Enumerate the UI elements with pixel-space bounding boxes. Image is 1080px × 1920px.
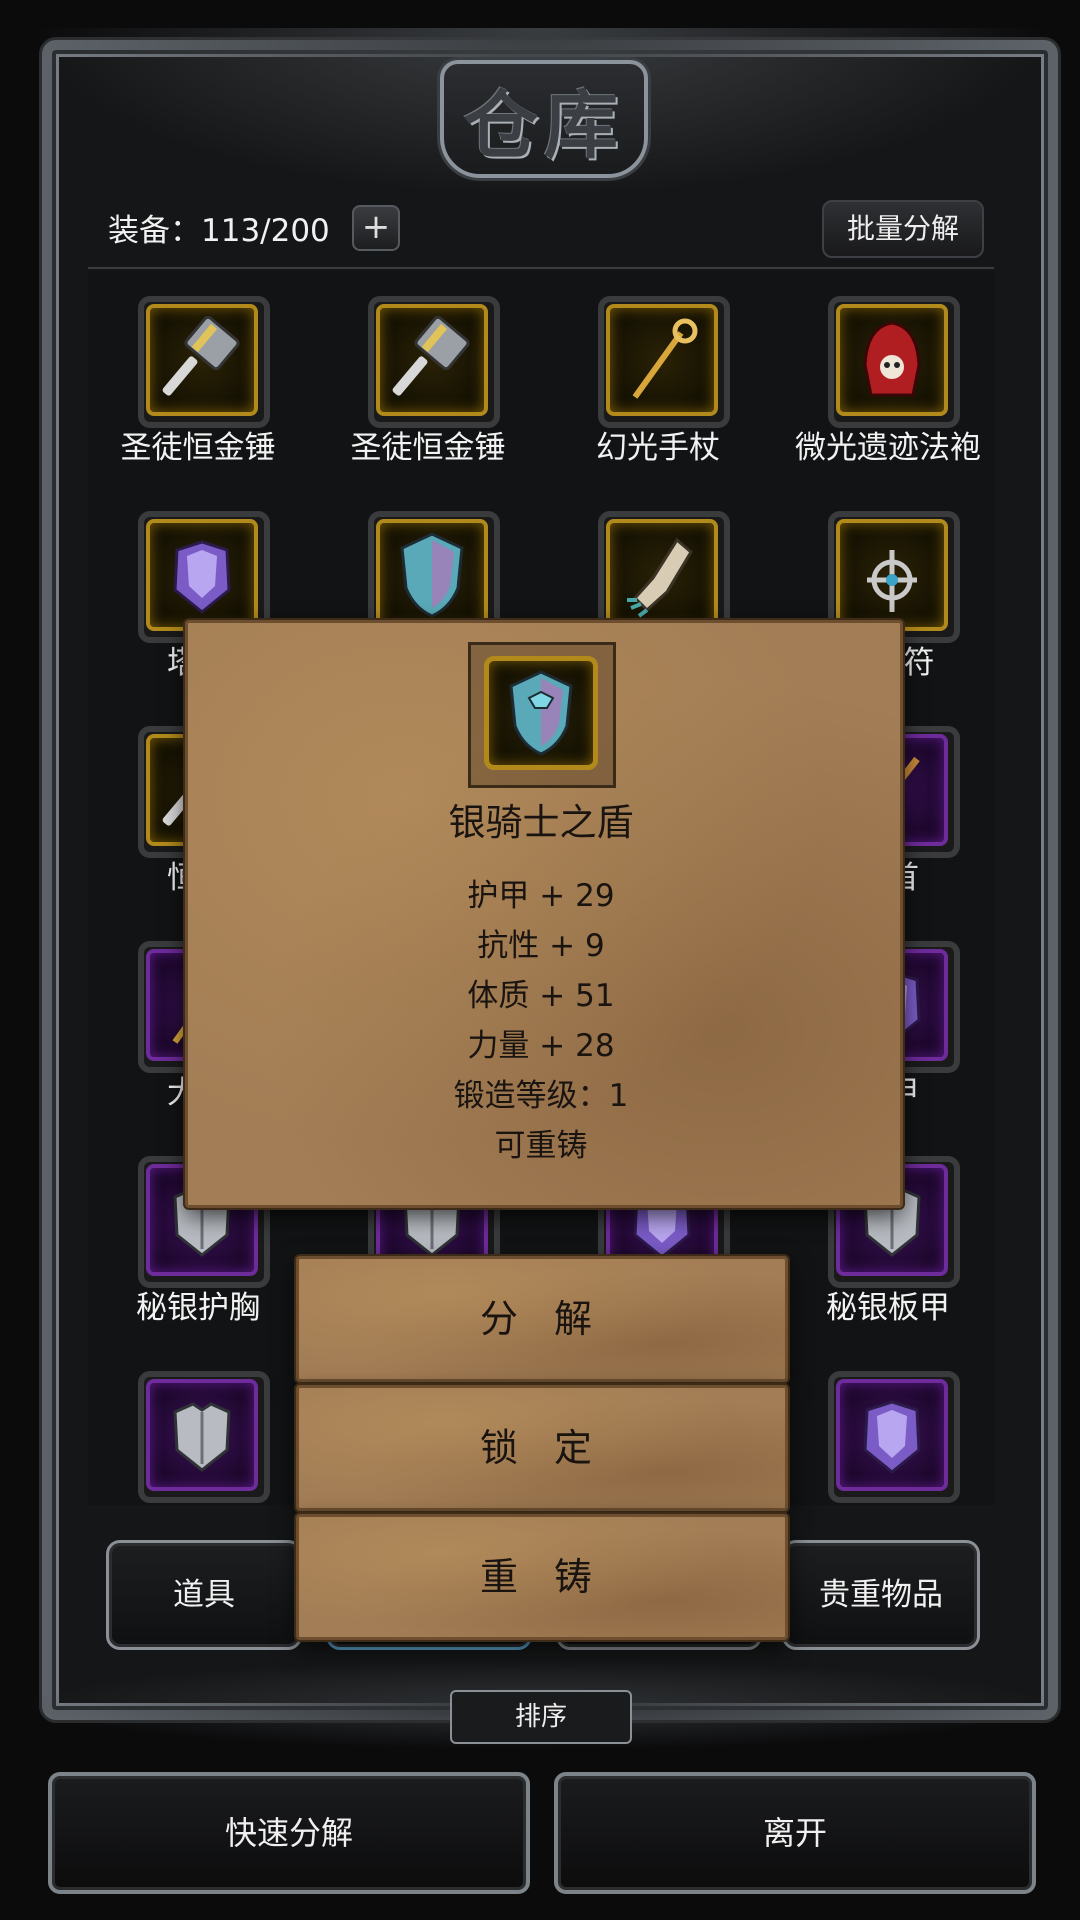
lock-button[interactable]: 锁 定: [296, 1385, 788, 1511]
batch-decompose-button[interactable]: 批量分解: [822, 200, 984, 258]
sort-button[interactable]: 排序: [450, 1690, 632, 1744]
capacity-label: 装备：113/200: [108, 213, 330, 249]
item-frame: [138, 1371, 270, 1503]
item-frame: [828, 1371, 960, 1503]
item-name-label: 秘银板甲: [826, 1290, 950, 1326]
quick-decompose-button[interactable]: 快速分解: [48, 1772, 530, 1894]
shield-icon: [376, 519, 488, 631]
item-name-label: 微光遗迹法袍: [795, 430, 981, 466]
popup-stat-constitution: 体质 + 51: [467, 978, 615, 1014]
page-title: 仓库: [464, 82, 624, 169]
inventory-slot[interactable]: 微光遗迹法袍: [778, 284, 994, 484]
hammer-icon: [146, 304, 258, 416]
item-name-label: 秘银板甲: [88, 1497, 308, 1505]
amulet-icon: [836, 519, 948, 631]
item-name-label: 秘银鳞甲: [778, 1497, 994, 1505]
inventory-slot[interactable]: 秘银鳞甲: [778, 1359, 994, 1505]
staff-icon: [606, 304, 718, 416]
tab-items[interactable]: 道具: [106, 1540, 302, 1650]
inventory-slot[interactable]: 圣徒恒金锤: [88, 284, 308, 484]
tab-valuables[interactable]: 贵重物品: [782, 1540, 980, 1650]
popup-stat-armor: 护甲 + 29: [467, 878, 615, 914]
item-name-label: 幻光手杖: [596, 430, 720, 466]
inventory-slot[interactable]: 圣徒恒金锤: [318, 284, 538, 484]
popup-item-name: 银骑士之盾: [448, 801, 634, 844]
hammer-icon: [376, 304, 488, 416]
popup-stat-resist: 抗性 + 9: [477, 928, 605, 964]
expand-capacity-button[interactable]: +: [352, 205, 400, 251]
title-plate: 仓库: [440, 60, 648, 178]
reforge-button[interactable]: 重 铸: [296, 1514, 788, 1640]
inventory-slot[interactable]: 幻光手杖: [548, 284, 768, 484]
decompose-button[interactable]: 分 解: [296, 1256, 788, 1382]
breastplate-icon: [146, 1379, 258, 1491]
item-frame: [828, 296, 960, 428]
shield-icon: [509, 670, 573, 756]
item-name-label: 圣徒恒金锤: [120, 430, 276, 466]
popup-stat-strength: 力量 + 28: [467, 1028, 615, 1064]
popup-item-frame: [484, 656, 598, 770]
divider: [88, 267, 994, 269]
item-name-label: 秘银护胸: [136, 1290, 260, 1326]
item-frame: [368, 296, 500, 428]
item-name-label: 圣徒恒金锤: [350, 430, 506, 466]
popup-reforgeable: 可重铸: [494, 1128, 588, 1164]
inventory-slot[interactable]: 秘银板甲: [88, 1359, 308, 1505]
gauntlet-icon: [606, 519, 718, 631]
popup-forge-level: 锻造等级：1: [453, 1078, 629, 1114]
item-frame: [138, 296, 270, 428]
robe-icon: [836, 304, 948, 416]
armor-icon: [146, 519, 258, 631]
armor-icon: [836, 1379, 948, 1491]
leave-button[interactable]: 离开: [554, 1772, 1036, 1894]
item-frame: [598, 296, 730, 428]
